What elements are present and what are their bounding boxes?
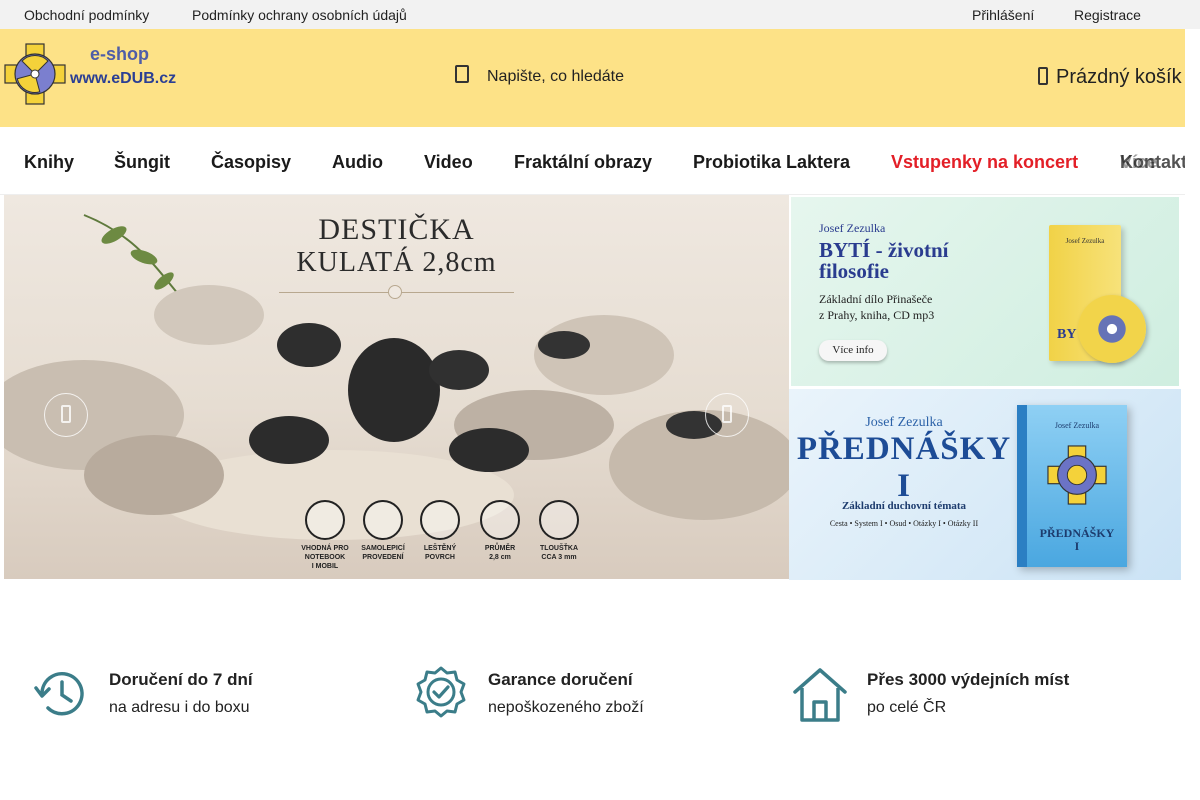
clock-history-icon (34, 672, 84, 716)
hand-sticker-icon (363, 500, 403, 540)
nav-item-vstupenky[interactable]: Vstupenky na koncert (891, 152, 1078, 173)
nav-item-fraktalni-obrazy[interactable]: Fraktální obrazy (514, 152, 652, 173)
banner-prednasky-book[interactable]: Josef Zezulka PŘEDNÁŠKY I Základní ducho… (789, 389, 1181, 580)
terms-link[interactable]: Obchodní podmínky (24, 7, 149, 23)
benefit-title: Garance doručení (488, 670, 633, 689)
book-cover-title-line: I (1074, 539, 1080, 553)
feature-label: POVRCH (425, 554, 455, 561)
cart-icon (1038, 67, 1048, 85)
feature-label: CCA 3 mm (541, 554, 577, 561)
book-cover-prednasky: Josef Zezulka PŘEDNÁŠKY I (1017, 405, 1127, 567)
logo-eshop-text: e-shop (90, 44, 150, 64)
nav-item-casopisy[interactable]: Časopisy (211, 152, 291, 173)
feature-label: I MOBIL (311, 563, 339, 570)
benefit-title: Přes 3000 výdejních míst (867, 670, 1070, 689)
feature-label: NOTEBOOK (304, 554, 346, 561)
search-bar[interactable]: Napište, co hledáte (450, 64, 690, 90)
feature-thickness: TLOUŠŤKA CCA 3 mm (529, 500, 589, 562)
more-info-button[interactable]: Více info (819, 340, 887, 361)
nav-item-probiotika[interactable]: Probiotika Laktera (693, 152, 850, 173)
banner-byti-book[interactable]: Josef Zezulka BYTÍ - životní filosofie Z… (791, 197, 1179, 386)
slider-prev-button[interactable] (44, 393, 88, 437)
search-placeholder[interactable]: Napište, co hledáte (487, 68, 624, 86)
feature-label: PRŮMĚR (484, 545, 516, 552)
chevron-left-icon (61, 405, 71, 423)
feature-notebook: VHODNÁ PRO NOTEBOOK I MOBIL (295, 500, 355, 571)
search-icon[interactable] (455, 65, 469, 83)
benefit-subtitle: nepoškozeného zboží (488, 699, 644, 716)
home-icon (793, 668, 847, 722)
chevron-right-icon (722, 405, 732, 423)
logo-url-text: www.eDUB.cz (70, 70, 177, 87)
banner-author: Josef Zezulka (865, 415, 943, 430)
benefit-title: Doručení do 7 dní (109, 670, 253, 689)
diamond-icon (420, 500, 460, 540)
feature-label: TLOUŠŤKA (539, 545, 579, 552)
privacy-policy-link[interactable]: Podmínky ochrany osobních údajů (192, 7, 407, 23)
nav-item-knihy[interactable]: Knihy (24, 152, 74, 173)
main-navigation: Knihy Šungit Časopisy Audio Video Fraktá… (0, 127, 1185, 195)
feature-diameter: PRŮMĚR 2,8 cm (470, 500, 530, 562)
nav-item-audio[interactable]: Audio (332, 152, 383, 173)
cart-label: Prázdný košík (1056, 66, 1182, 88)
register-link[interactable]: Registrace (1074, 7, 1141, 23)
banner-title: BYTÍ - životní filosofie (819, 238, 949, 283)
login-link[interactable]: Přihlášení (972, 7, 1034, 23)
feature-label: PROVEDENÍ (362, 554, 404, 561)
banner-subtitle-line: z Prahy, kniha, CD mp3 (819, 308, 935, 322)
nav-item-sungit[interactable]: Šungit (114, 152, 170, 173)
nav-item-kontakt[interactable]: Kontakt (1120, 152, 1185, 173)
slider-next-button[interactable] (705, 393, 749, 437)
feature-label: VHODNÁ PRO (301, 545, 349, 552)
hero-title-line1: DESTIČKA (318, 213, 475, 246)
feature-label: LEŠTĚNÝ (423, 545, 457, 552)
banner-topics: Cesta • System I • Osud • Otázky I • Otá… (829, 519, 979, 528)
cart-button[interactable]: Prázdný košík (1034, 66, 1194, 90)
diameter-icon (480, 500, 520, 540)
book-emblem-icon (1047, 445, 1107, 505)
book-cover-author: Josef Zezulka (1054, 421, 1100, 430)
banner-subtitle-line: Základní dílo Přinašeče (819, 292, 933, 306)
book-cover-title: BY (1057, 327, 1077, 342)
benefits-strip: Doručení do 7 dní na adresu i do boxu Ga… (0, 660, 1200, 730)
book-cover-title: PŘEDNÁŠKY I (1027, 527, 1127, 553)
book-cover-author: Josef Zezulka (1065, 237, 1105, 245)
top-utility-bar: Obchodní podmínky Podmínky ochrany osobn… (0, 0, 1200, 29)
banner-subtitle: Základní duchovní témata (841, 500, 967, 512)
banner-title: PŘEDNÁŠKY I (796, 431, 1012, 504)
lotus-icon (388, 285, 402, 299)
nav-item-video[interactable]: Video (424, 152, 473, 173)
feature-label: SAMOLEPICÍ (361, 545, 405, 552)
hero-title-line2: KULATÁ 2,8cm (296, 247, 497, 278)
banner-subtitle: Základní dílo Přinašeče z Prahy, kniha, … (819, 291, 1009, 323)
banner-author: Josef Zezulka (819, 221, 886, 235)
benefit-subtitle: na adresu i do boxu (109, 699, 250, 716)
laptop-icon (305, 500, 345, 540)
site-logo[interactable]: e-shop www.eDUB.cz (4, 43, 184, 107)
hero-slider[interactable]: DESTIČKA KULATÁ 2,8cm VHODNÁ PRO NOTEBOOK… (4, 195, 789, 579)
thickness-icon (539, 500, 579, 540)
feature-polished: LEŠTĚNÝ POVRCH (410, 500, 470, 562)
feature-label: 2,8 cm (489, 554, 511, 561)
logo-emblem-icon (4, 43, 66, 105)
benefit-subtitle: po celé ČR (867, 699, 947, 716)
cd-disc-icon (1078, 295, 1146, 363)
book-cover-title-line: PŘEDNÁŠKY (1039, 526, 1115, 540)
feature-adhesive: SAMOLEPICÍ PROVEDENÍ (353, 500, 413, 562)
verified-badge-icon (416, 666, 466, 718)
